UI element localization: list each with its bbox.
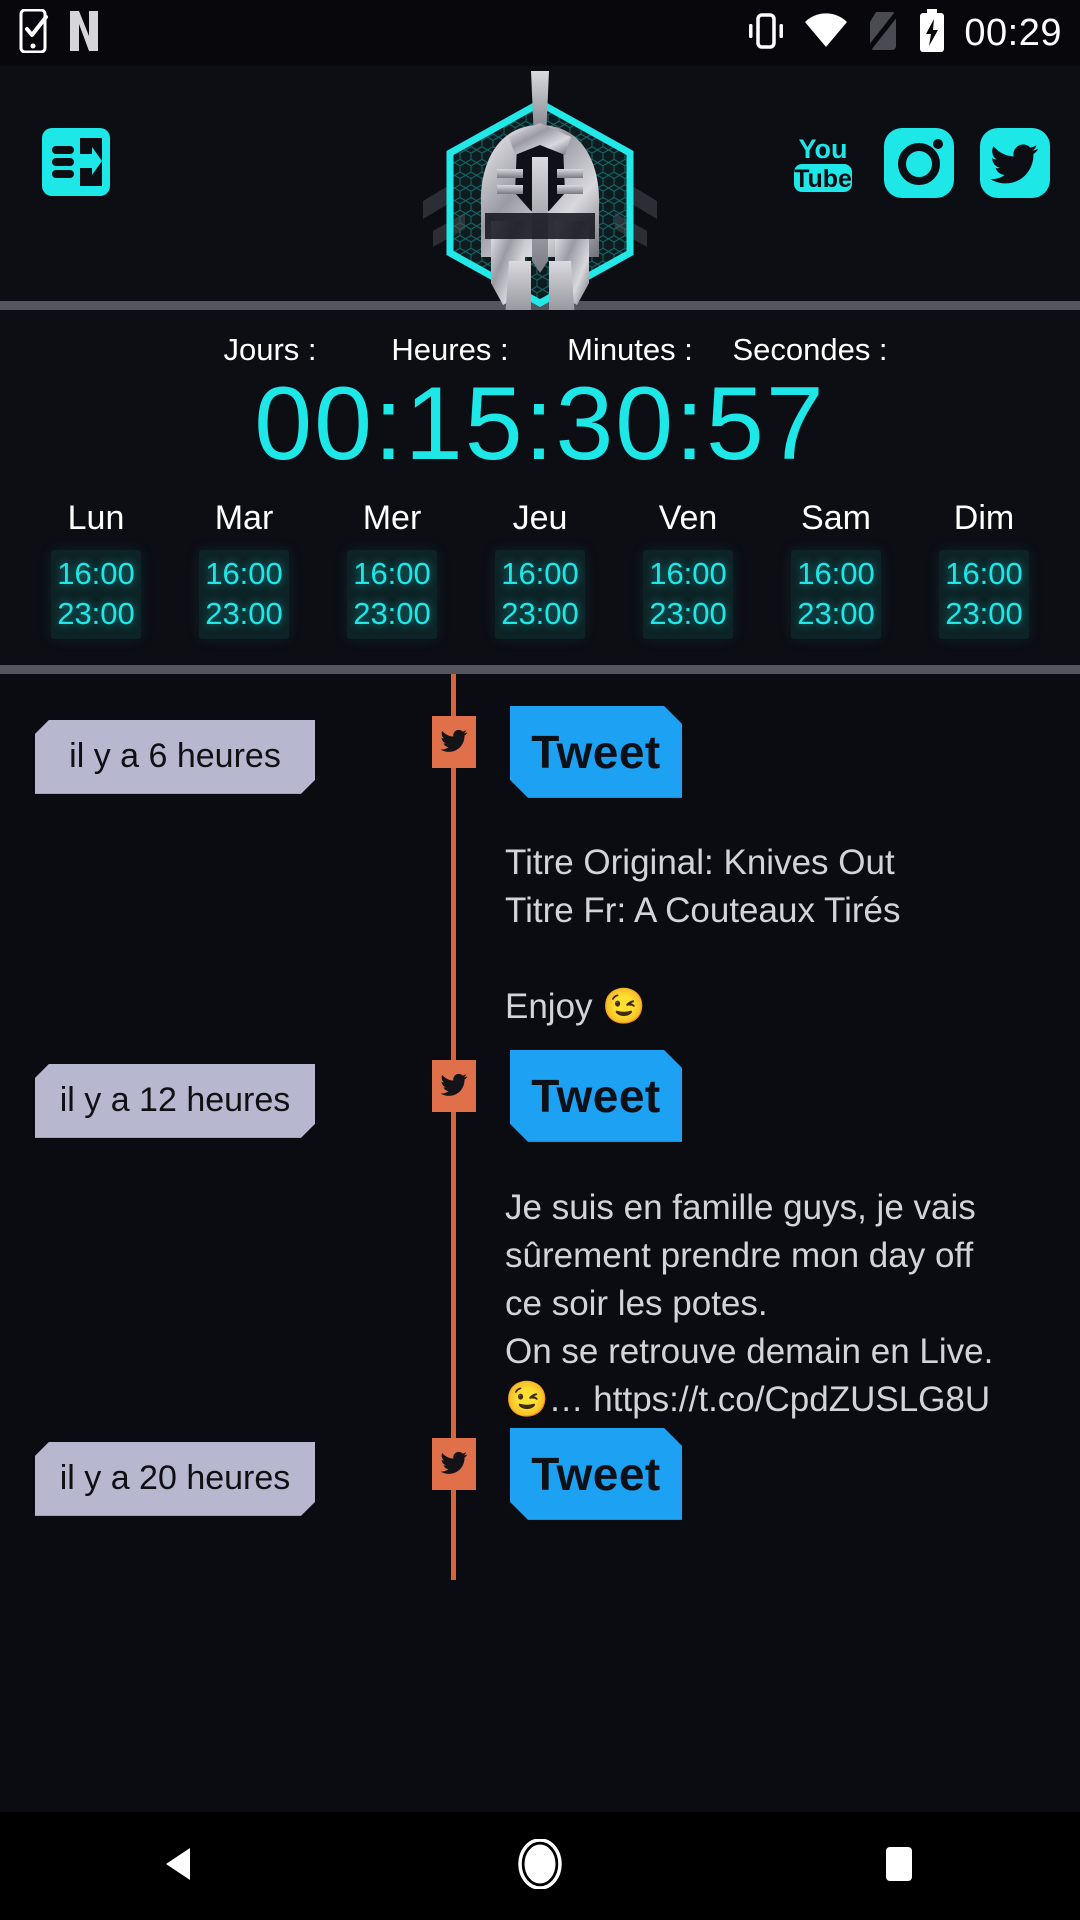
status-bar: 00:29 bbox=[0, 0, 1080, 66]
countdown-section: Jours : Heures : Minutes : Secondes : 00… bbox=[0, 310, 1080, 486]
tweet-line: Titre Original: Knives Out bbox=[505, 842, 895, 882]
youtube-icon[interactable]: You Tube bbox=[788, 128, 858, 198]
weekly-schedule: Lun 16:00 23:00 Mar 16:00 23:00 Mer 16:0… bbox=[0, 485, 1080, 665]
tweet-line: Je suis en famille guys, je vais bbox=[505, 1187, 976, 1227]
tweet-feed[interactable]: il y a 6 heures Tweet Titre Original: Kn… bbox=[0, 673, 1080, 1580]
countdown-label-days: Jours : bbox=[223, 332, 317, 367]
phone-check-icon bbox=[18, 8, 52, 58]
tweet-spacer bbox=[505, 935, 1045, 983]
timestamp-chip[interactable]: il y a 12 heures bbox=[35, 1064, 315, 1138]
day-label: Ven bbox=[658, 499, 718, 538]
day-start-time: 16:00 bbox=[649, 556, 727, 592]
day-times: 16:00 23:00 bbox=[347, 550, 437, 639]
day-end-time: 23:00 bbox=[205, 595, 283, 631]
day-times: 16:00 23:00 bbox=[51, 550, 141, 639]
countdown-labels: Jours : Heures : Minutes : Secondes : bbox=[0, 332, 1080, 368]
schedule-row: Lun 16:00 23:00 Mar 16:00 23:00 Mer 16:0… bbox=[22, 499, 1058, 639]
wifi-icon bbox=[804, 12, 848, 54]
twitter-bird-icon[interactable] bbox=[432, 1059, 476, 1112]
day-times: 16:00 23:00 bbox=[791, 550, 881, 639]
day-start-time: 16:00 bbox=[205, 556, 283, 592]
netflix-n-icon bbox=[66, 10, 102, 57]
schedule-day-mar: Mar 16:00 23:00 bbox=[170, 499, 318, 639]
back-button[interactable] bbox=[120, 1812, 240, 1920]
schedule-day-ven: Ven 16:00 23:00 bbox=[614, 499, 762, 639]
schedule-day-sam: Sam 16:00 23:00 bbox=[762, 499, 910, 639]
tweet-badge[interactable]: Tweet bbox=[510, 1428, 682, 1520]
day-label: Jeu bbox=[512, 499, 568, 538]
circle-home-icon bbox=[515, 1837, 565, 1894]
day-label: Dim bbox=[953, 499, 1015, 538]
day-end-time: 23:00 bbox=[57, 595, 135, 631]
tweet-text: Titre Original: Knives Out Titre Fr: A C… bbox=[505, 839, 1045, 1031]
timestamp-chip[interactable]: il y a 6 heures bbox=[35, 720, 315, 794]
social-links: You Tube bbox=[788, 128, 1050, 198]
header-divider bbox=[0, 301, 1080, 310]
tweet-line: 😉… https://t.co/CpdZUSLG8U bbox=[505, 1379, 991, 1419]
status-bar-clock: 00:29 bbox=[964, 11, 1062, 54]
tweet-line: Titre Fr: A Couteaux Tirés bbox=[505, 890, 901, 930]
day-label: Mar bbox=[214, 499, 274, 538]
status-bar-left-icons bbox=[18, 8, 102, 58]
timestamp-label: il y a 6 heures bbox=[69, 737, 281, 776]
day-start-time: 16:00 bbox=[57, 556, 135, 592]
android-navigation-bar bbox=[0, 1812, 1080, 1920]
no-sim-icon bbox=[866, 9, 901, 57]
schedule-day-mer: Mer 16:00 23:00 bbox=[318, 499, 466, 639]
svg-text:You: You bbox=[799, 134, 848, 164]
day-end-time: 23:00 bbox=[501, 595, 579, 631]
instagram-icon[interactable] bbox=[884, 128, 954, 198]
schedule-day-lun: Lun 16:00 23:00 bbox=[22, 499, 170, 639]
timestamp-label: il y a 12 heures bbox=[59, 1081, 291, 1120]
tweet-text: Je suis en famille guys, je vais sûremen… bbox=[505, 1184, 1045, 1424]
svg-text:Tube: Tube bbox=[794, 165, 852, 193]
tweet-badge-label: Tweet bbox=[531, 1447, 661, 1500]
triangle-back-icon bbox=[158, 1842, 202, 1891]
day-start-time: 16:00 bbox=[945, 556, 1023, 592]
home-button[interactable] bbox=[480, 1812, 600, 1920]
tweet-line: On se retrouve demain en Live. bbox=[505, 1331, 994, 1371]
day-end-time: 23:00 bbox=[797, 595, 875, 631]
vibrate-icon bbox=[746, 10, 786, 57]
day-start-time: 16:00 bbox=[797, 556, 875, 592]
countdown-timer: 00:15:30:57 bbox=[254, 366, 826, 482]
countdown-label-seconds: Secondes : bbox=[732, 332, 888, 367]
day-end-time: 23:00 bbox=[353, 595, 431, 631]
status-bar-right-icons: 00:29 bbox=[746, 8, 1062, 58]
tweet-badge[interactable]: Tweet bbox=[510, 1050, 682, 1142]
tweet-badge[interactable]: Tweet bbox=[510, 706, 682, 798]
tweet-badge-label: Tweet bbox=[531, 725, 661, 778]
tweet-badge-label: Tweet bbox=[531, 1069, 661, 1122]
battery-charging-icon bbox=[918, 8, 946, 58]
day-label: Mer bbox=[362, 499, 422, 538]
day-label: Sam bbox=[801, 499, 871, 538]
schedule-divider bbox=[0, 664, 1080, 674]
tweet-line: ce soir les potes. bbox=[505, 1283, 768, 1323]
tweet-line: sûrement prendre mon day off bbox=[505, 1235, 974, 1275]
day-label: Lun bbox=[67, 499, 125, 538]
day-start-time: 16:00 bbox=[501, 556, 579, 592]
timestamp-label: il y a 20 heures bbox=[59, 1459, 291, 1498]
day-times: 16:00 23:00 bbox=[939, 550, 1029, 639]
day-end-time: 23:00 bbox=[649, 595, 727, 631]
day-end-time: 23:00 bbox=[945, 595, 1023, 631]
twitter-bird-icon[interactable] bbox=[432, 1437, 476, 1490]
timestamp-chip[interactable]: il y a 20 heures bbox=[35, 1442, 315, 1516]
countdown-label-hours: Heures : bbox=[391, 332, 509, 367]
drawer-menu-icon[interactable] bbox=[42, 128, 110, 196]
recents-button[interactable] bbox=[840, 1812, 960, 1920]
app-header: You Tube bbox=[0, 66, 1080, 333]
day-times: 16:00 23:00 bbox=[495, 550, 585, 639]
square-recents-icon bbox=[880, 1844, 920, 1889]
twitter-bird-icon[interactable] bbox=[432, 715, 476, 768]
schedule-day-dim: Dim 16:00 23:00 bbox=[910, 499, 1058, 639]
day-times: 16:00 23:00 bbox=[199, 550, 289, 639]
countdown-label-minutes: Minutes : bbox=[567, 332, 693, 367]
day-start-time: 16:00 bbox=[353, 556, 431, 592]
day-times: 16:00 23:00 bbox=[643, 550, 733, 639]
schedule-day-jeu: Jeu 16:00 23:00 bbox=[466, 499, 614, 639]
tweet-line: Enjoy 😉 bbox=[505, 986, 646, 1026]
twitter-icon[interactable] bbox=[980, 128, 1050, 198]
